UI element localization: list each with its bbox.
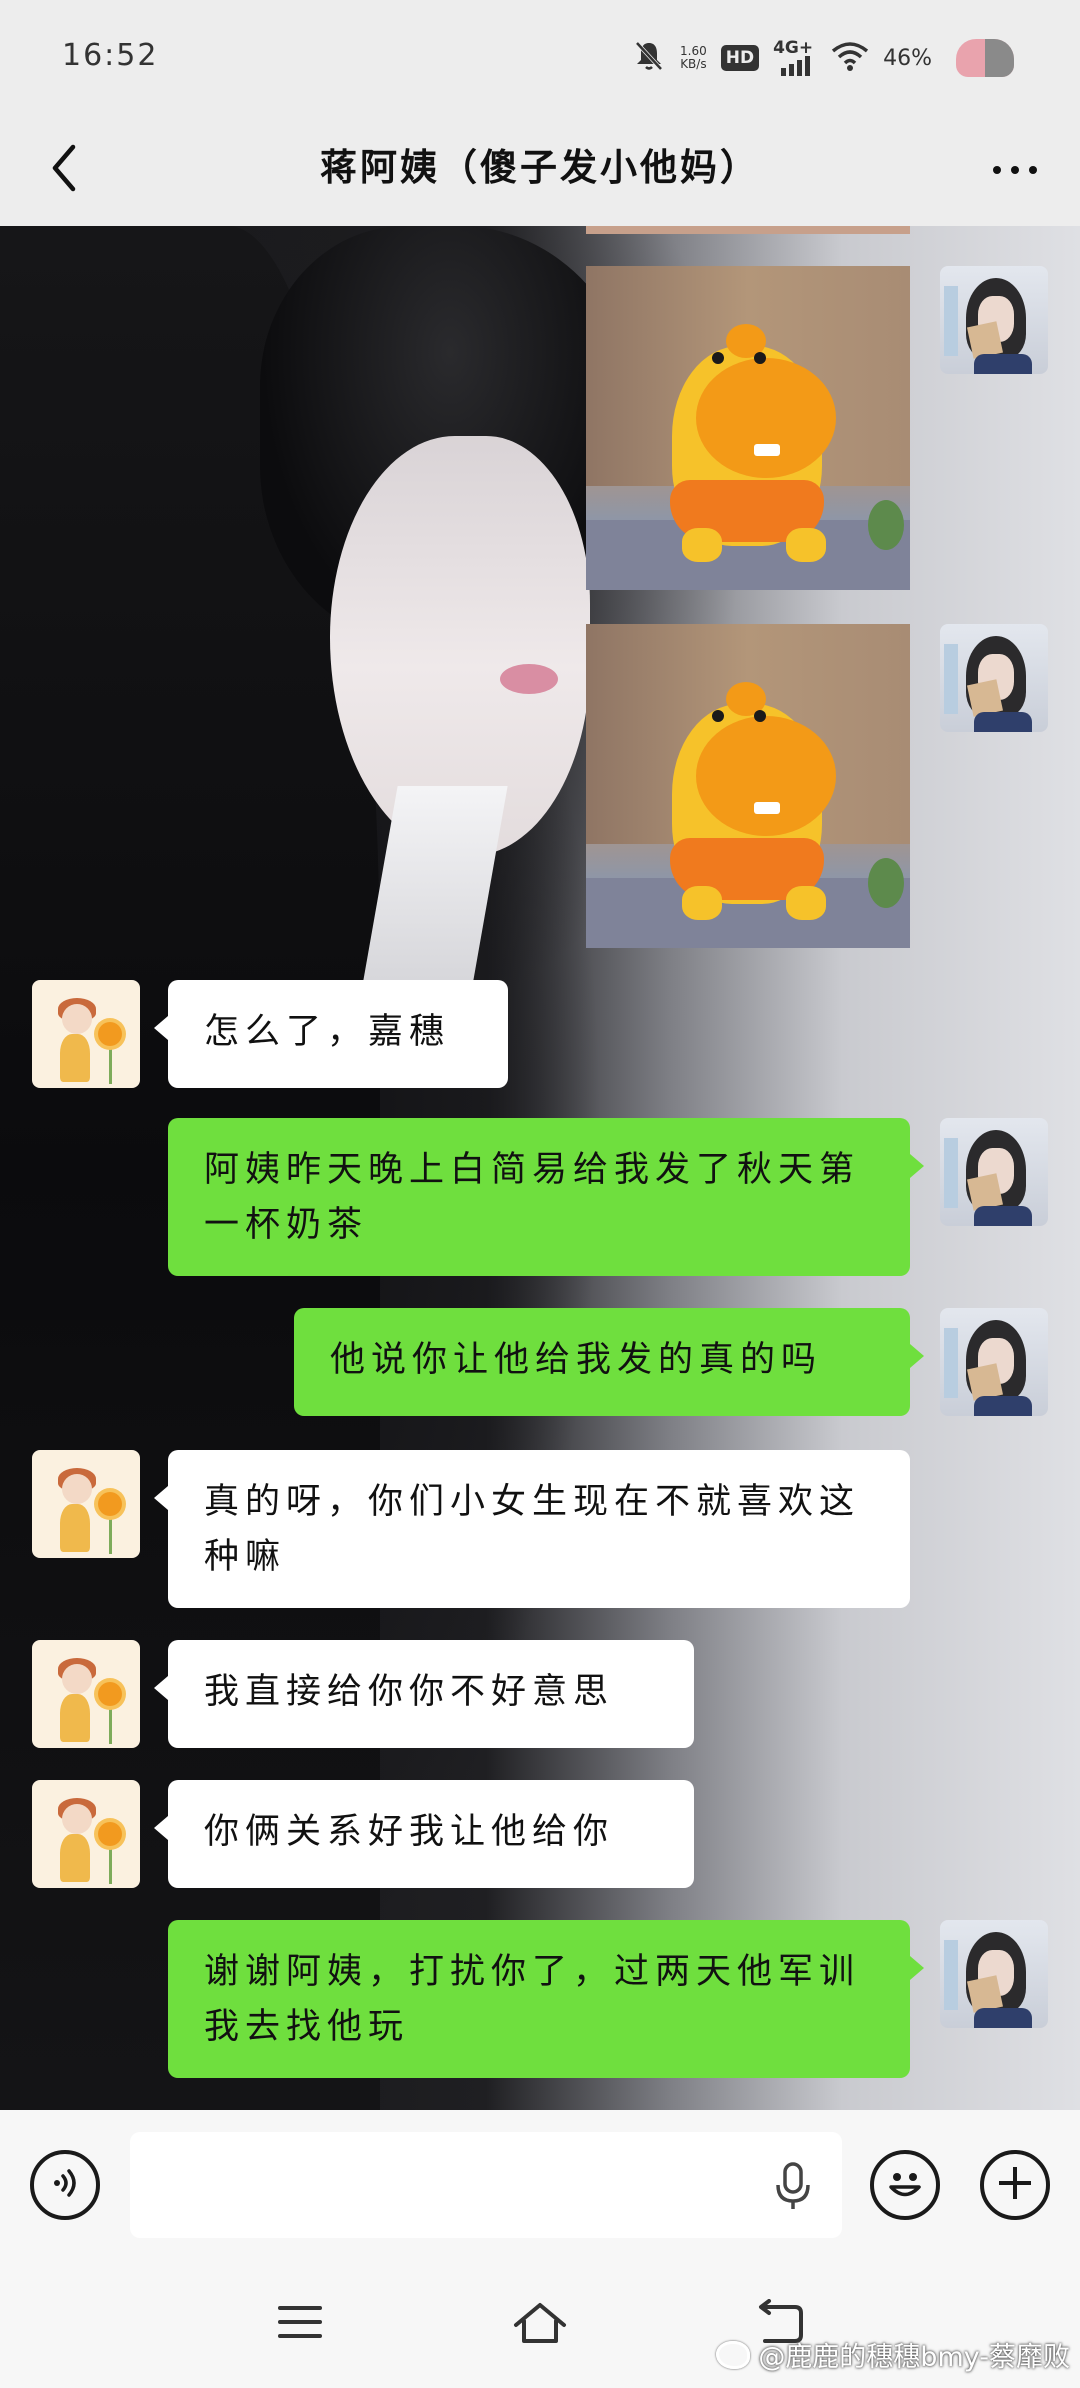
home-button[interactable] [510,2296,570,2352]
chat-title: 蒋阿姨（傻子发小他妈） [320,146,760,189]
message-row: 你俩关系好我让他给你 [0,1780,1080,1890]
watermark: @鹿鹿的穗穗bmy-蔡靡败 [716,2335,1070,2374]
contact-avatar[interactable] [32,1640,140,1748]
message-row: 怎么了，嘉穗 [0,980,1080,1090]
wifi-icon [831,41,869,75]
menu-icon [276,2302,324,2346]
my-avatar[interactable] [940,266,1048,374]
status-icons: 1.60 KB/s HD 4G+ 46% [632,30,1014,86]
more-dots-icon [993,166,1037,174]
hd-badge: HD [720,45,760,71]
voice-icon [48,2166,82,2204]
signal-icon: 4G+ [773,38,817,78]
my-avatar[interactable] [940,1118,1048,1226]
status-time: 16:52 [62,38,159,73]
battery-icon [956,39,1014,77]
message-bubble[interactable]: 真的呀，你们小女生现在不就喜欢这种嘛 [154,1450,910,1608]
message-row: 真的呀，你们小女生现在不就喜欢这种嘛 [0,1450,1080,1610]
weibo-logo-icon [716,2340,751,2369]
message-bubble[interactable]: 怎么了，嘉穗 [154,980,508,1088]
chat-header: 蒋阿姨（傻子发小他妈） [0,118,1080,226]
input-bar [0,2110,1080,2260]
more-button[interactable] [980,140,1050,200]
network-type: 4G+ [773,38,814,58]
message-bubble[interactable]: 谢谢阿姨，打扰你了，过两天他军训我去找他玩 [168,1920,924,2078]
home-icon [512,2299,568,2349]
network-speed: 1.60 KB/s [680,45,707,71]
mic-button[interactable] [766,2158,820,2218]
sticker-image[interactable] [586,624,910,948]
message-row: 我直接给你你不好意思 [0,1640,1080,1750]
message-bubble[interactable]: 他说你让他给我发的真的吗 [294,1308,924,1416]
message-row: 阿姨昨天晚上白简易给我发了秋天第一杯奶茶 [0,1118,1080,1278]
chat-area[interactable]: 怎么了，嘉穗 阿姨昨天晚上白简易给我发了秋天第一杯奶茶 他说你让他给我发的真的吗… [0,226,1080,2110]
message-row [0,266,1080,596]
mute-bell-icon [632,39,666,77]
voice-button[interactable] [30,2150,100,2220]
system-navigation-bar: @鹿鹿的穗穗bmy-蔡靡败 [0,2260,1080,2388]
my-avatar[interactable] [940,1920,1048,2028]
status-bar: 16:52 1.60 KB/s HD 4G+ 46% [0,0,1080,118]
message-bubble[interactable]: 你俩关系好我让他给你 [154,1780,694,1888]
contact-avatar[interactable] [32,1780,140,1888]
message-bubble[interactable]: 我直接给你你不好意思 [154,1640,694,1748]
plus-button[interactable] [980,2150,1050,2220]
sticker-image[interactable] [586,266,910,590]
my-avatar[interactable] [940,624,1048,732]
mic-icon [773,2161,813,2215]
message-bubble[interactable]: 阿姨昨天晚上白简易给我发了秋天第一杯奶茶 [168,1118,924,1276]
plus-icon [995,2163,1035,2207]
message-row: 谢谢阿姨，打扰你了，过两天他军训我去找他玩 [0,1920,1080,2080]
chevron-left-icon [49,143,79,197]
back-button[interactable] [34,140,94,200]
emoji-button[interactable] [870,2150,940,2220]
message-row [0,624,1080,954]
battery-percent: 46% [883,45,932,71]
message-input[interactable] [130,2132,842,2238]
message-row: 他说你让他给我发的真的吗 [0,1308,1080,1418]
watermark-text: @鹿鹿的穗穗bmy-蔡靡败 [758,2342,1070,2373]
contact-avatar[interactable] [32,1450,140,1558]
contact-avatar[interactable] [32,980,140,1088]
previous-sticker-edge [586,226,910,234]
emoji-icon [880,2158,930,2212]
menu-button[interactable] [270,2296,330,2352]
my-avatar[interactable] [940,1308,1048,1416]
network-speed-unit: KB/s [680,57,707,71]
